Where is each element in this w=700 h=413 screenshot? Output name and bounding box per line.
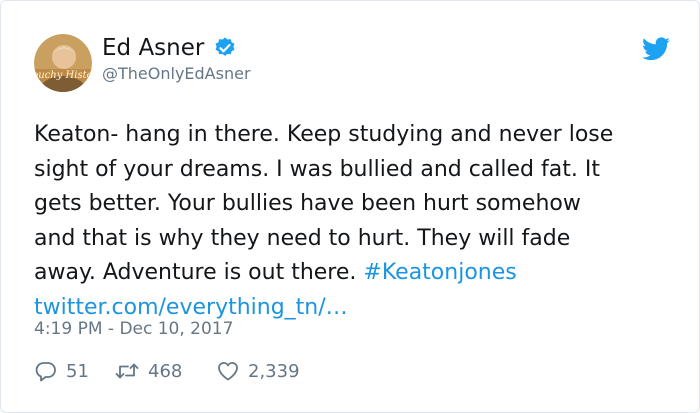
retweet-button[interactable]: 468 (114, 359, 216, 383)
display-name[interactable]: Ed Asner (102, 34, 204, 62)
avatar-caption: Grouchy Historia (34, 70, 92, 81)
twitter-bird-icon[interactable] (642, 37, 670, 61)
verified-badge-icon (215, 37, 235, 56)
tweet-actions: 51 468 2,339 (34, 357, 300, 385)
tweet-text-line: gets better. Your bullies have been hurt… (34, 191, 581, 216)
retweet-icon (115, 363, 139, 379)
tweet-text-line: and that is why they need to hurt. They … (34, 225, 571, 251)
tweet-text-line: Keaton- hang in there. Keep studying and… (34, 122, 614, 147)
user-handle[interactable]: @TheOnlyEdAsner (102, 63, 251, 85)
reply-icon (35, 362, 56, 382)
like-button[interactable]: 2,339 (216, 359, 300, 383)
tweet-text-line: away. Adventure is out there. #Keatonjon… (34, 256, 674, 291)
avatar[interactable]: Grouchy Historia (34, 34, 92, 92)
reply-count: 51 (66, 360, 89, 382)
hashtag-link[interactable]: #Keatonjones (363, 260, 516, 285)
tweet-card: Grouchy Historia Ed Asner @TheOnlyEdAsne… (0, 0, 700, 413)
tweet-text-line-start: away. Adventure is out there. (34, 260, 364, 285)
tweet-text: Keaton- hang in there. Keep studying and… (34, 118, 674, 325)
timestamp[interactable]: 4:19 PM - Dec 10, 2017 (34, 317, 233, 341)
reply-button[interactable]: 51 (34, 359, 114, 383)
avatar-image: Grouchy Historia (34, 34, 92, 92)
like-count: 2,339 (248, 360, 300, 382)
heart-icon (218, 362, 238, 381)
tweet-text-line: sight of your dreams. I was bullied and … (34, 156, 600, 182)
retweet-count: 468 (148, 360, 183, 382)
